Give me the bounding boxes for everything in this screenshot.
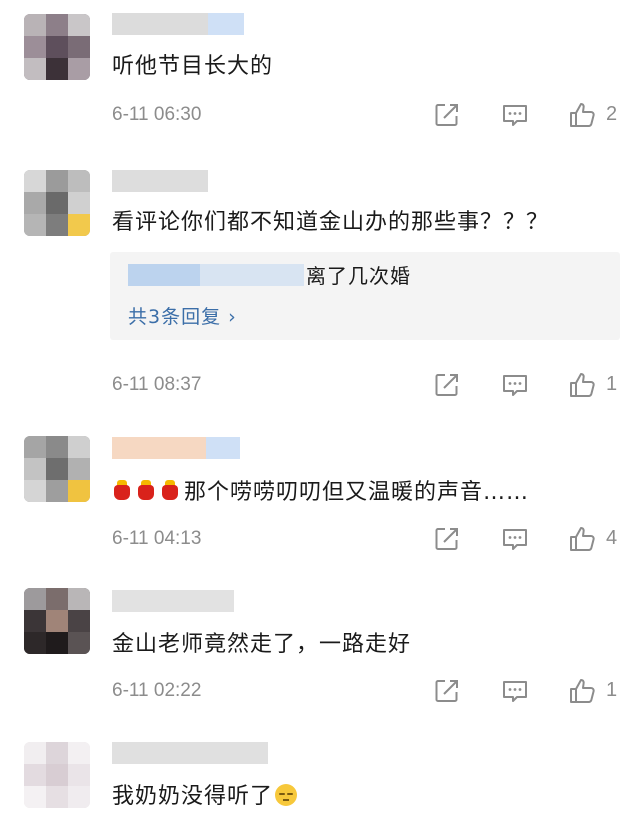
like-count: 4 <box>606 527 618 549</box>
comment-icon[interactable] <box>500 524 530 554</box>
comment-item: 那个唠唠叨叨但又温暖的声音…… 6-11 04:13 4 <box>0 424 641 574</box>
thumbs-up-icon[interactable] <box>568 524 598 554</box>
speechless-face-emoji <box>275 784 298 806</box>
comment-icon[interactable] <box>500 676 530 706</box>
comment-icon[interactable] <box>500 370 530 400</box>
username-blurred[interactable] <box>112 13 244 35</box>
share-icon[interactable] <box>432 100 462 130</box>
comment-item: 金山老师竟然走了，一路走好 6-11 02:22 1 <box>0 576 641 730</box>
reply-preview[interactable]: 离了几次婚 共3条回复 › <box>110 252 620 340</box>
username-blurred[interactable] <box>112 742 268 764</box>
comment-time: 6-11 02:22 <box>112 680 202 701</box>
avatar[interactable] <box>24 742 90 808</box>
thumbs-up-icon[interactable] <box>568 100 598 130</box>
share-icon[interactable] <box>432 676 462 706</box>
comment-text: 那个唠唠叨叨但又温暖的声音…… <box>112 478 529 508</box>
avatar[interactable] <box>24 170 90 236</box>
fortune-bag-emoji <box>136 479 156 501</box>
like-count: 1 <box>606 373 618 395</box>
reply-text: 离了几次婚 <box>306 264 411 288</box>
comment-item: 看评论你们都不知道金山办的那些事？？？ 离了几次婚 共3条回复 › 6-11 0… <box>0 156 641 426</box>
comment-text: 看评论你们都不知道金山办的那些事？？？ <box>112 210 550 235</box>
like-count: 2 <box>606 103 618 125</box>
comment-text: 金山老师竟然走了，一路走好 <box>112 632 412 657</box>
comment-time: 6-11 04:13 <box>112 528 202 549</box>
comment-item: 我奶奶没得听了 <box>0 730 641 824</box>
comment-text: 我奶奶没得听了 <box>112 782 298 812</box>
fortune-bag-emoji <box>112 479 132 501</box>
thumbs-up-icon[interactable] <box>568 676 598 706</box>
share-icon[interactable] <box>432 524 462 554</box>
comment-time: 6-11 08:37 <box>112 374 202 395</box>
comment-text-body: 那个唠唠叨叨但又温暖的声音…… <box>184 480 530 505</box>
username-blurred[interactable] <box>112 170 208 192</box>
avatar[interactable] <box>24 436 90 502</box>
fortune-bag-emoji <box>160 479 180 501</box>
username-blurred[interactable] <box>112 590 234 612</box>
comment-item: 听他节目长大的 6-11 06:30 2 <box>0 0 641 160</box>
avatar[interactable] <box>24 588 90 654</box>
thumbs-up-icon[interactable] <box>568 370 598 400</box>
comment-icon[interactable] <box>500 100 530 130</box>
view-replies-link[interactable]: 共3条回复 › <box>128 302 237 329</box>
comment-time: 6-11 06:30 <box>112 104 202 125</box>
comment-text-body: 我奶奶没得听了 <box>112 784 274 809</box>
username-blurred[interactable] <box>112 437 240 459</box>
like-count: 1 <box>606 679 618 701</box>
avatar[interactable] <box>24 14 90 80</box>
share-icon[interactable] <box>432 370 462 400</box>
reply-username-blurred[interactable] <box>128 264 304 286</box>
comment-text: 听他节目长大的 <box>112 54 274 79</box>
